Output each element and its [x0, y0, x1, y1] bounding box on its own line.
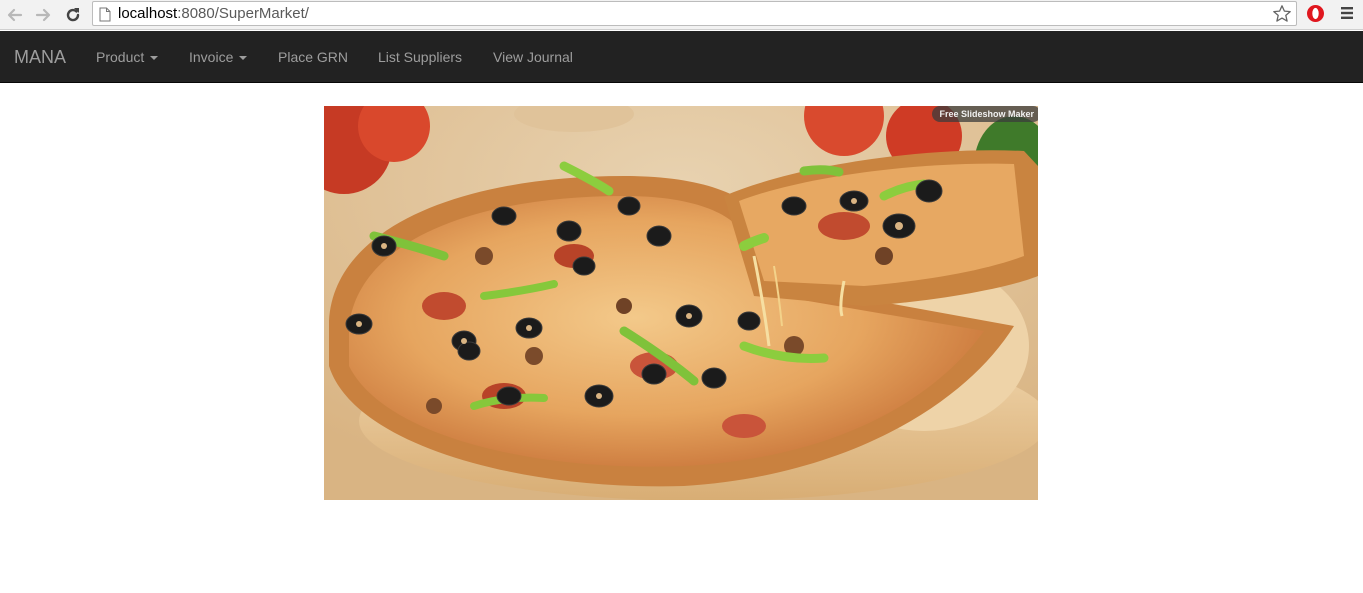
pizza-image	[324, 106, 1038, 500]
opera-icon[interactable]	[1306, 4, 1325, 28]
nav-item-invoice[interactable]: Invoice	[189, 49, 248, 65]
nav-item-product-label: Product	[96, 49, 145, 65]
forward-arrow-icon[interactable]	[32, 4, 54, 26]
star-icon[interactable]	[1272, 4, 1292, 29]
hamburger-menu-icon[interactable]	[1339, 5, 1355, 26]
caret-down-icon	[239, 56, 248, 61]
url-host: localhost	[118, 5, 178, 22]
url-text: localhost:8080/SuperMarket/	[118, 6, 309, 22]
address-bar[interactable]: localhost:8080/SuperMarket/	[92, 1, 1297, 26]
image-slideshow[interactable]: Free Slideshow Maker	[324, 106, 1038, 500]
main-navbar: MANA Product Invoice Place GRN List Supp…	[0, 31, 1363, 83]
reload-icon[interactable]	[62, 4, 84, 26]
browser-toolbar: localhost:8080/SuperMarket/	[0, 0, 1363, 30]
caret-down-icon	[150, 56, 159, 61]
page-icon	[99, 7, 111, 27]
back-arrow-icon[interactable]	[4, 4, 26, 26]
nav-item-list-suppliers[interactable]: List Suppliers	[378, 49, 462, 65]
brand-link[interactable]: MANA	[14, 47, 66, 67]
nav-item-place-grn[interactable]: Place GRN	[278, 49, 348, 65]
slideshow-watermark[interactable]: Free Slideshow Maker	[932, 106, 1038, 122]
nav-item-view-journal[interactable]: View Journal	[493, 49, 573, 65]
nav-item-invoice-label: Invoice	[189, 49, 234, 65]
url-path: :8080/SuperMarket/	[177, 5, 309, 22]
nav-item-product[interactable]: Product	[96, 49, 159, 65]
